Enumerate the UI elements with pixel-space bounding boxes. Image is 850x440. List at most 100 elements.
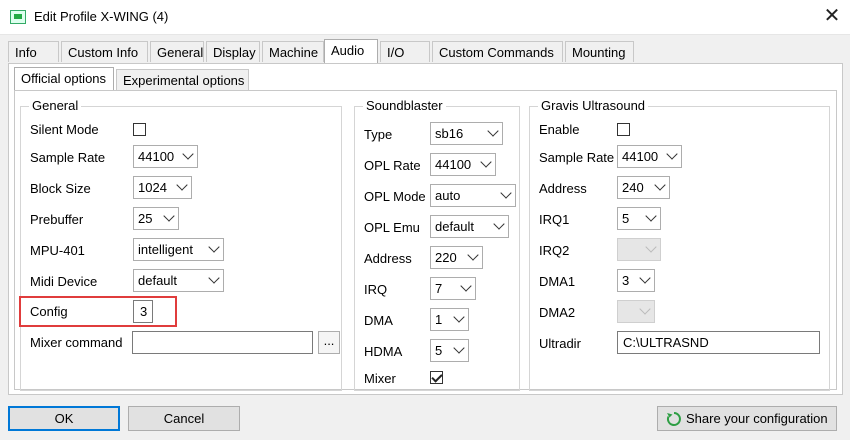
checkmark-icon — [431, 371, 443, 383]
gus-irq1-select[interactable]: 5 — [617, 207, 661, 230]
silent-mode-checkbox[interactable] — [133, 123, 146, 136]
gus-irq1-label: IRQ1 — [539, 212, 570, 227]
sample-rate-label: Sample Rate — [30, 150, 106, 165]
gus-sample-rate-label: Sample Rate — [539, 150, 615, 165]
midi-device-value: default — [138, 273, 178, 288]
mixer-command-label: Mixer command — [30, 335, 123, 350]
gus-sample-rate-value: 44100 — [622, 149, 659, 164]
chevron-down-icon — [163, 210, 175, 222]
tab-display[interactable]: Display — [206, 41, 260, 62]
sb-address-value: 220 — [435, 250, 457, 265]
sb-mixer-label: Mixer — [364, 371, 396, 386]
opl-rate-value: 44100 — [435, 157, 472, 172]
gus-sample-rate-select[interactable]: 44100 — [617, 145, 682, 168]
sb-hdma-value: 5 — [435, 343, 443, 358]
chevron-down-icon — [500, 187, 512, 199]
sb-hdma-label: HDMA — [364, 344, 403, 359]
sb-irq-label: IRQ — [364, 282, 388, 297]
gus-group-title: Gravis Ultrasound — [538, 98, 649, 113]
silent-mode-label: Silent Mode — [30, 122, 99, 137]
ok-button[interactable]: OK — [8, 406, 120, 431]
gus-irq2-label: IRQ2 — [539, 243, 570, 258]
tab-audio[interactable]: Audio — [324, 39, 378, 63]
subtab-official-options[interactable]: Official options — [14, 67, 114, 91]
chevron-down-icon — [666, 148, 678, 160]
soundblaster-group-title: Soundblaster — [363, 98, 446, 113]
sb-type-label: Type — [364, 127, 393, 142]
general-group-title: General — [29, 98, 82, 113]
sb-type-select[interactable]: sb16 — [430, 122, 503, 145]
gus-dma1-select[interactable]: 3 — [617, 269, 655, 292]
chevron-down-icon — [645, 210, 657, 222]
gus-address-select[interactable]: 240 — [617, 176, 670, 199]
opl-mode-value: auto — [435, 188, 461, 203]
tab-custom-info[interactable]: Custom Info — [61, 41, 148, 62]
sample-rate-select[interactable]: 44100 — [133, 145, 198, 168]
chevron-down-icon — [487, 125, 499, 137]
mixer-command-field[interactable] — [132, 331, 313, 354]
gus-address-label: Address — [539, 181, 587, 196]
opl-mode-label: OPL Mode — [364, 189, 426, 204]
config-label: Config — [30, 304, 68, 319]
config-field[interactable]: 3 — [133, 300, 153, 323]
opl-rate-select[interactable]: 44100 — [430, 153, 496, 176]
close-icon[interactable]: ✕ — [818, 3, 846, 29]
midi-device-label: Midi Device — [30, 274, 98, 289]
gus-irq1-value: 5 — [622, 211, 630, 226]
chevron-down-icon — [645, 241, 657, 253]
prebuffer-select[interactable]: 25 — [133, 207, 179, 230]
gus-address-value: 240 — [622, 180, 644, 195]
ultradir-label: Ultradir — [539, 336, 581, 351]
subtab-experimental-options[interactable]: Experimental options — [116, 69, 249, 90]
tab-general[interactable]: General — [150, 41, 204, 62]
sample-rate-value: 44100 — [138, 149, 175, 164]
mpu-value: intelligent — [138, 242, 193, 257]
gus-enable-label: Enable — [539, 122, 580, 137]
gus-dma1-value: 3 — [622, 273, 630, 288]
ultradir-field[interactable]: C:\ULTRASND — [617, 331, 820, 354]
sb-dma-select[interactable]: 1 — [430, 308, 469, 331]
chevron-down-icon — [182, 148, 194, 160]
share-configuration-button[interactable]: Share your configuration — [657, 406, 837, 431]
chevron-down-icon — [208, 272, 220, 284]
sb-dma-label: DMA — [364, 313, 393, 328]
chevron-down-icon — [208, 241, 220, 253]
sb-hdma-select[interactable]: 5 — [430, 339, 469, 362]
opl-mode-select[interactable]: auto — [430, 184, 516, 207]
cancel-button[interactable]: Cancel — [128, 406, 240, 431]
block-size-select[interactable]: 1024 — [133, 176, 192, 199]
gus-dma2-label: DMA2 — [539, 305, 576, 320]
mpu-select[interactable]: intelligent — [133, 238, 224, 261]
refresh-icon — [666, 412, 681, 426]
gus-enable-checkbox[interactable] — [617, 123, 630, 136]
midi-device-select[interactable]: default — [133, 269, 224, 292]
chevron-down-icon — [453, 342, 465, 354]
chevron-down-icon — [493, 218, 505, 230]
gus-dma2-select[interactable] — [617, 300, 655, 323]
tab-mounting[interactable]: Mounting — [565, 41, 634, 62]
sb-type-value: sb16 — [435, 126, 464, 141]
block-size-value: 1024 — [138, 180, 167, 195]
opl-emu-select[interactable]: default — [430, 215, 509, 238]
opl-rate-label: OPL Rate — [364, 158, 421, 173]
app-icon — [10, 10, 26, 24]
sb-irq-value: 7 — [435, 281, 443, 296]
block-size-label: Block Size — [30, 181, 91, 196]
sb-irq-select[interactable]: 7 — [430, 277, 476, 300]
mpu-label: MPU-401 — [30, 243, 85, 258]
gus-irq2-select[interactable] — [617, 238, 661, 261]
mixer-browse-button[interactable]: ... — [318, 331, 340, 354]
tab-info[interactable]: Info — [8, 41, 59, 62]
tab-io[interactable]: I/O — [380, 41, 430, 62]
share-configuration-label: Share your configuration — [686, 411, 828, 426]
opl-emu-value: default — [435, 219, 475, 234]
chevron-down-icon — [460, 280, 472, 292]
sb-mixer-checkbox[interactable] — [430, 371, 443, 384]
chevron-down-icon — [639, 272, 651, 284]
tab-custom-commands[interactable]: Custom Commands — [432, 41, 563, 62]
sb-address-select[interactable]: 220 — [430, 246, 483, 269]
chevron-down-icon — [480, 156, 492, 168]
chevron-down-icon — [453, 311, 465, 323]
tab-machine[interactable]: Machine — [262, 41, 324, 62]
chevron-down-icon — [639, 303, 651, 315]
